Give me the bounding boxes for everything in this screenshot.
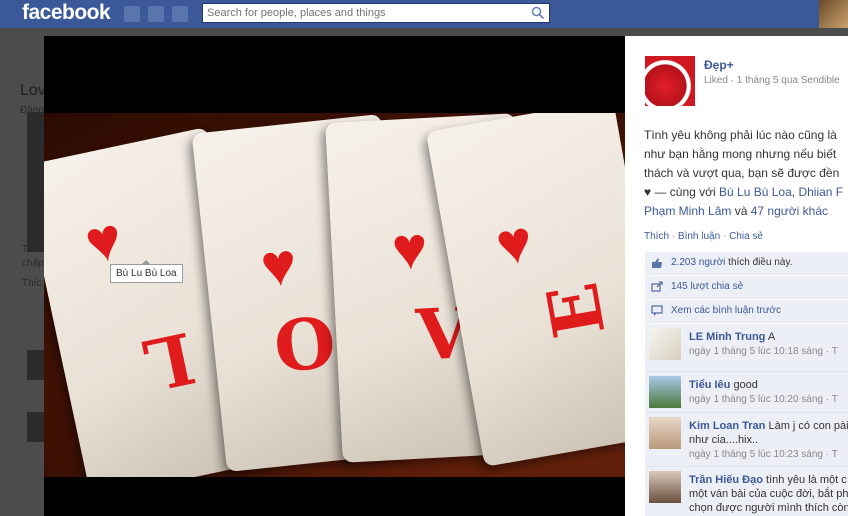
like-icon — [652, 258, 662, 268]
likes-row: 2.203 người thích điều này. — [645, 252, 848, 275]
search-input[interactable] — [203, 4, 527, 22]
tagged-user-link[interactable]: Dhiian F — [798, 185, 843, 199]
commenter-name[interactable]: Kim Loan Tran — [689, 420, 765, 432]
commenter-avatar[interactable] — [649, 376, 681, 408]
background-text-line: Tình — [22, 244, 43, 255]
tagged-user-link[interactable]: Phạm Minh Lâm — [644, 204, 731, 218]
heart-icon: ♥ — [257, 229, 300, 301]
shares-row: 145 lượt chia sẻ — [645, 276, 848, 299]
comment-link[interactable]: Bình luận — [678, 231, 720, 242]
album-name-link[interactable]: Đẹp+ — [704, 58, 734, 72]
background-avatar — [27, 350, 44, 380]
comment-item: Kim Loan Tran Làm j có con pài như cia..… — [645, 413, 848, 467]
card-letter-l: L — [136, 315, 202, 408]
commenter-name[interactable]: Tiểu Iêu — [689, 379, 730, 391]
caption-line: thách và vượt qua, bạn sẽ được đền — [644, 166, 840, 180]
others-link[interactable]: 47 người khác — [751, 204, 828, 218]
commenter-name[interactable]: Trần Hiếu Đạo — [689, 474, 763, 486]
search-icon[interactable] — [531, 6, 545, 20]
tagged-user-link[interactable]: Bù Lu Bù Loa — [719, 185, 792, 199]
action-links: Thích · Bình luận · Chia sẻ — [644, 231, 763, 242]
heart-icon: ♥ — [390, 214, 430, 283]
likes-text: 2.203 người thích điều này. — [671, 252, 793, 274]
like-link[interactable]: Thích — [644, 231, 669, 242]
background-avatar — [27, 412, 44, 442]
share-icon — [651, 281, 663, 292]
and-text: và — [731, 204, 751, 218]
background-title: Lov — [20, 82, 46, 99]
profile-avatar[interactable] — [819, 0, 848, 28]
view-previous-comments-link[interactable]: Xem các bình luận trước — [671, 300, 781, 322]
view-previous-row: Xem các bình luận trước — [645, 300, 848, 323]
album-thumbnail[interactable] — [645, 56, 695, 106]
photo-info-panel: Đẹp+ Liked · 1 tháng 5 qua Sendible Tình… — [625, 36, 848, 516]
comment-text: Làm j có con pài — [768, 420, 848, 432]
comment-timestamp[interactable]: ngày 1 tháng 5 lúc 10:23 sáng · T — [689, 449, 838, 460]
search-box — [202, 3, 550, 23]
comment-item: Trần Hiếu Đạo tình yêu là một c một ván … — [645, 467, 848, 516]
comment-body: Tiểu Iêu good ngày 1 tháng 5 lúc 10:20 s… — [689, 378, 838, 407]
background-text-line: chấp — [22, 258, 44, 269]
comment-text: chọn được người mình thích còn b — [689, 502, 848, 514]
comment-body: Trần Hiếu Đạo tình yêu là một c một ván … — [689, 473, 848, 515]
caption-tag-line: Phạm Minh Lâm và 47 người khác — [644, 202, 848, 221]
comment-item: Tiểu Iêu good ngày 1 tháng 5 lúc 10:20 s… — [645, 372, 848, 413]
likes-suffix: thích điều này. — [725, 257, 793, 268]
commenter-avatar[interactable] — [649, 471, 681, 503]
comment-timestamp[interactable]: ngày 1 tháng 5 lúc 10:18 sáng · T — [689, 346, 838, 357]
comment-icon — [651, 305, 663, 316]
commenter-avatar[interactable] — [649, 328, 681, 360]
comment-item: LE Minh Trung A ngày 1 tháng 5 lúc 10:18… — [645, 324, 848, 372]
messages-icon[interactable] — [148, 6, 164, 22]
comment-text: một ván bài của cuộc đời, bắt phả — [689, 488, 848, 500]
comment-body: LE Minh Trung A ngày 1 tháng 5 lúc 10:18… — [689, 330, 838, 359]
comment-text: A — [767, 331, 776, 343]
photo-tag-label[interactable]: Bù Lu Bù Loa — [110, 260, 183, 283]
caption-line: như bạn hằng mong nhưng nếu biết — [644, 147, 837, 161]
dot-separator: · — [669, 231, 678, 242]
likes-count-link[interactable]: 2.203 người — [671, 257, 725, 268]
love-cards-photo[interactable]: ♥ L ♥ O ♥ V ♥ E Bù Lu Bù Loa — [44, 113, 625, 477]
caption-with-text: ♥ — cùng với — [644, 185, 720, 199]
heart-icon: ♥ — [490, 206, 538, 279]
card-letter-e: E — [530, 276, 622, 344]
share-link[interactable]: Chia sẻ — [729, 231, 763, 242]
caption-line: Tình yêu không phải lúc nào cũng là — [644, 128, 837, 142]
facebook-logo[interactable]: facebook — [22, 1, 111, 25]
comment-text: như cia....hix.. — [689, 434, 759, 446]
photo-caption: Tình yêu không phải lúc nào cũng là như … — [644, 126, 848, 221]
comment-timestamp[interactable]: ngày 1 tháng 5 lúc 10:20 sáng · T — [689, 394, 838, 405]
friend-requests-icon[interactable] — [124, 6, 140, 22]
comment-body: Kim Loan Tran Làm j có con pài như cia..… — [689, 419, 848, 462]
caption-tag-line: ♥ — cùng với Bù Lu Bù Loa, Dhiian F — [644, 183, 848, 202]
comment-text: tình yêu là một c — [766, 474, 847, 486]
dot-separator: · — [720, 231, 730, 242]
card-letter-o: O — [270, 300, 340, 390]
shares-link[interactable]: 145 lượt chia sẻ — [671, 276, 743, 298]
commenter-name[interactable]: LE Minh Trung — [689, 331, 765, 343]
notifications-icon[interactable] — [172, 6, 188, 22]
album-meta: Liked · 1 tháng 5 qua Sendible — [704, 75, 840, 86]
background-text-line: Thíc — [22, 278, 42, 289]
top-navigation-bar: facebook — [0, 0, 848, 28]
commenter-avatar[interactable] — [649, 417, 681, 449]
comment-text: good — [733, 379, 758, 391]
photo-theater: ♥ L ♥ O ♥ V ♥ E Bù Lu Bù Loa — [44, 36, 625, 516]
background-thumbnail — [27, 112, 44, 252]
